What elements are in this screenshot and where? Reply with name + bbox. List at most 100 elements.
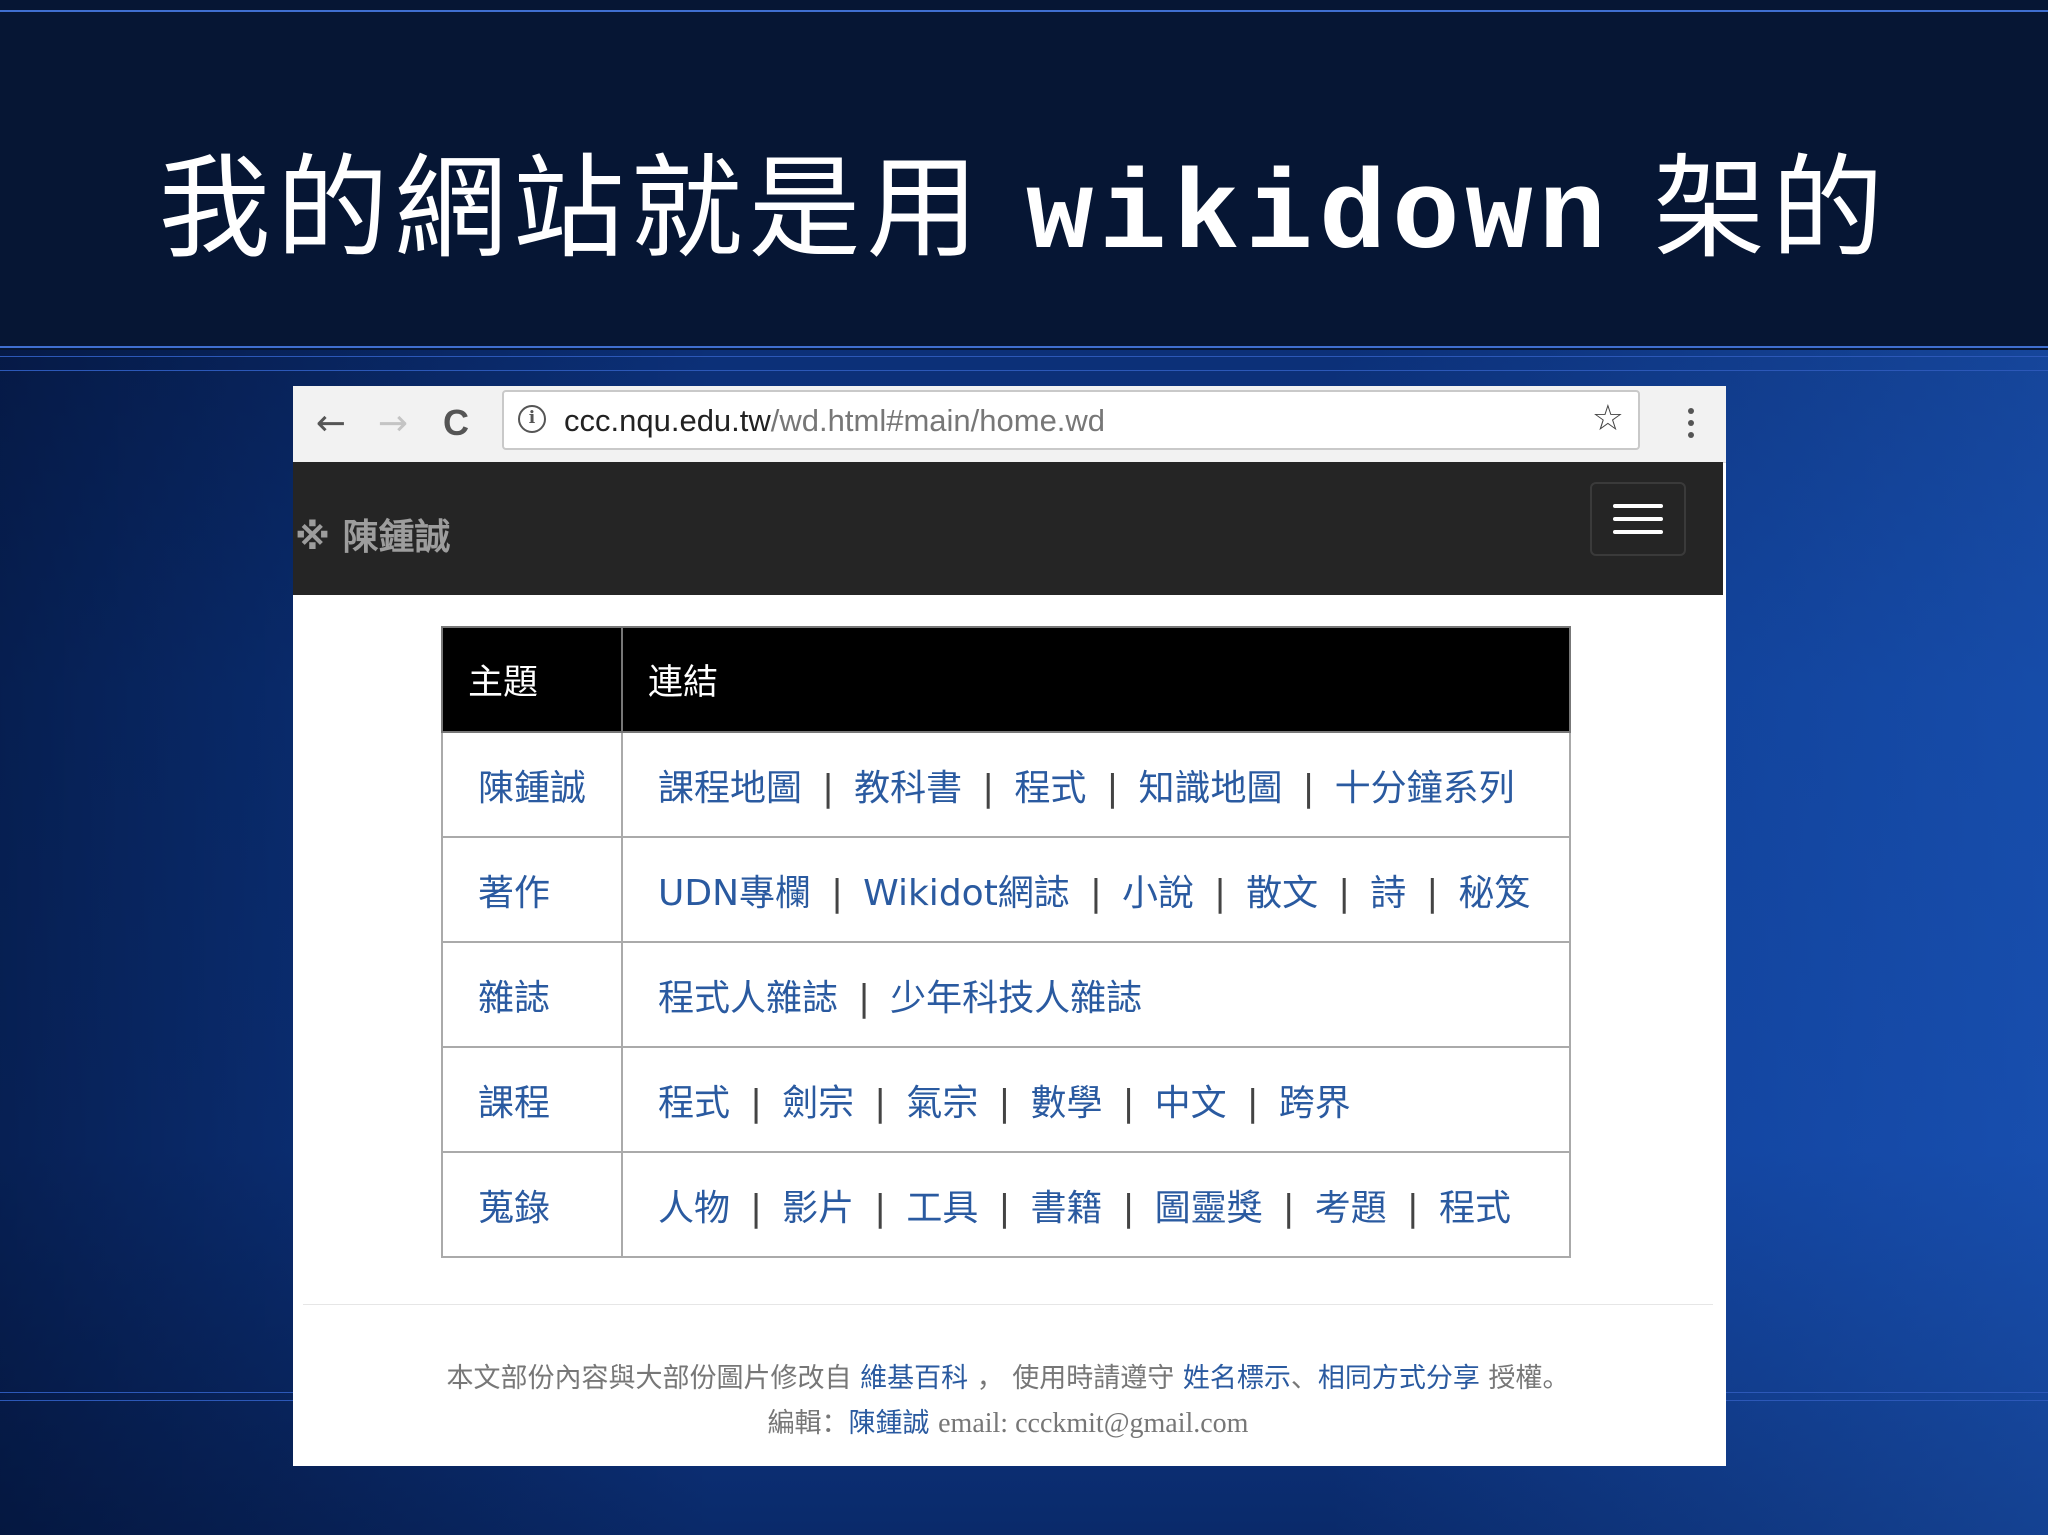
browser-toolbar: ← → C i ccc.nqu.edu.tw/wd.html#main/home…	[293, 386, 1726, 463]
table-link[interactable]: 數學	[1030, 1083, 1102, 1124]
link-separator: |	[1426, 872, 1439, 914]
table-link[interactable]: 小說	[1122, 873, 1194, 914]
table-link[interactable]: 中文	[1155, 1083, 1227, 1124]
table-link[interactable]: 跨界	[1279, 1083, 1351, 1124]
link-separator: |	[1089, 872, 1102, 914]
header-links: 連結	[621, 626, 1571, 733]
footer-text: 、	[1290, 1363, 1318, 1394]
table-link[interactable]: 詩	[1370, 873, 1406, 914]
url-path: /wd.html#main/home.wd	[770, 403, 1106, 438]
license-link-attribution[interactable]: 姓名標示	[1183, 1363, 1291, 1394]
link-separator: |	[1282, 1187, 1295, 1229]
table-link[interactable]: UDN專欄	[658, 873, 811, 914]
table-link[interactable]: 考題	[1315, 1188, 1387, 1229]
topic-link[interactable]: 著作	[441, 836, 623, 943]
link-table: 主題 連結 陳鍾誠 課程地圖 | 教科書 | 程式 | 知識地圖 | 十分鐘系列著作 UDN專欄 | W…	[441, 626, 1571, 1258]
link-separator: |	[874, 1187, 887, 1229]
table-link[interactable]: 少年科技人雜誌	[890, 978, 1142, 1019]
link-separator: |	[822, 767, 835, 809]
url-host: ccc.nqu.edu.tw	[564, 403, 771, 438]
topic-link[interactable]: 蒐錄	[441, 1151, 623, 1258]
link-separator: |	[1122, 1187, 1135, 1229]
link-separator: |	[1122, 1082, 1135, 1124]
link-separator: |	[998, 1082, 1011, 1124]
link-separator: |	[874, 1082, 887, 1124]
slide-title-cjk-2: 架的	[1653, 144, 1890, 274]
table-link[interactable]: 秘笈	[1458, 873, 1530, 914]
info-icon[interactable]: i	[518, 405, 546, 433]
table-link[interactable]: 十分鐘系列	[1335, 768, 1515, 809]
footer-text: 本文部份內容與大部份圖片修改自	[446, 1363, 852, 1394]
bookmark-star-icon[interactable]: ☆	[1592, 398, 1624, 439]
back-arrow-icon[interactable]: ←	[308, 400, 354, 446]
address-url[interactable]: ccc.nqu.edu.tw/wd.html#main/home.wd	[564, 403, 1105, 439]
table-link[interactable]: 劍宗	[782, 1083, 854, 1124]
links-cell: 人物 | 影片 | 工具 | 書籍 | 圖靈獎 | 考題 | 程式	[621, 1151, 1571, 1258]
table-link[interactable]: Wikidot網誌	[863, 873, 1070, 914]
link-separator: |	[750, 1187, 763, 1229]
table-link[interactable]: 課程地圖	[658, 768, 802, 809]
footer-text: 授權。	[1488, 1363, 1570, 1394]
table-link[interactable]: 書籍	[1030, 1188, 1102, 1229]
table-link[interactable]: 程式	[658, 1083, 730, 1124]
more-vertical-icon[interactable]	[1681, 400, 1701, 446]
table-link[interactable]: 氣宗	[906, 1083, 978, 1124]
table-link[interactable]: 人物	[658, 1188, 730, 1229]
footer-line-2: 編輯：陳鍾誠 email: ccckmit@gmail.com	[293, 1401, 1723, 1440]
link-separator: |	[750, 1082, 763, 1124]
links-cell: 程式 | 劍宗 | 氣宗 | 數學 | 中文 | 跨界	[621, 1046, 1571, 1153]
link-separator: |	[1106, 767, 1119, 809]
link-separator: |	[1338, 872, 1351, 914]
link-separator: |	[1406, 1187, 1419, 1229]
link-separator: |	[1213, 872, 1227, 914]
header-topic: 主題	[441, 626, 623, 733]
table-link[interactable]: 程式	[1014, 768, 1086, 809]
table-header-row: 主題 連結	[441, 626, 1571, 733]
title-bottom-rule-3	[0, 370, 2048, 371]
table-row: 課程 程式 | 劍宗 | 氣宗 | 數學 | 中文 | 跨界	[441, 1046, 1571, 1153]
link-separator: |	[1246, 1082, 1259, 1124]
link-separator: |	[982, 767, 995, 809]
table-link[interactable]: 圖靈獎	[1155, 1188, 1263, 1229]
table-row: 著作 UDN專欄 | Wikidot網誌 | 小說 | 散文 | 詩 | 秘笈	[441, 836, 1571, 943]
link-separator: |	[858, 977, 871, 1019]
title-bottom-rule	[0, 346, 2048, 348]
table-link[interactable]: 影片	[782, 1188, 854, 1229]
slide-title: 我的網站就是用 wikidown 架的	[0, 118, 2048, 281]
site-brand[interactable]: ※ 陳鍾誠	[295, 508, 451, 560]
topic-link[interactable]: 雜誌	[441, 941, 623, 1048]
table-link[interactable]: 程式人雜誌	[658, 978, 838, 1019]
site-navbar: ※ 陳鍾誠	[293, 462, 1723, 595]
link-separator: |	[831, 872, 844, 914]
editor-link[interactable]: 陳鍾誠	[849, 1408, 930, 1439]
footer-divider	[303, 1304, 1713, 1305]
title-top-rule	[0, 10, 2048, 12]
links-cell: 課程地圖 | 教科書 | 程式 | 知識地圖 | 十分鐘系列	[621, 731, 1571, 838]
forward-arrow-icon[interactable]: →	[370, 400, 416, 446]
reload-icon[interactable]: C	[433, 400, 479, 446]
topic-link[interactable]: 課程	[441, 1046, 623, 1153]
table-link[interactable]: 程式	[1439, 1188, 1511, 1229]
table-link[interactable]: 散文	[1246, 873, 1318, 914]
table-link[interactable]: 知識地圖	[1138, 768, 1282, 809]
editor-email: email: ccckmit@gmail.com	[938, 1408, 1249, 1439]
wikipedia-link[interactable]: 維基百科	[860, 1363, 968, 1394]
table-row: 蒐錄 人物 | 影片 | 工具 | 書籍 | 圖靈獎 | 考題 | 程式	[441, 1151, 1571, 1258]
table-row: 陳鍾誠 課程地圖 | 教科書 | 程式 | 知識地圖 | 十分鐘系列	[441, 731, 1571, 838]
browser-window: ← → C i ccc.nqu.edu.tw/wd.html#main/home…	[293, 386, 1726, 1466]
link-separator: |	[1302, 767, 1315, 809]
editor-label: 編輯：	[767, 1408, 849, 1439]
address-bar[interactable]: i ccc.nqu.edu.tw/wd.html#main/home.wd ☆	[502, 390, 1640, 450]
slide-title-latin: wikidown	[1026, 154, 1612, 281]
links-cell: 程式人雜誌 | 少年科技人雜誌	[621, 941, 1571, 1048]
footer-text: ， 使用時請遵守	[976, 1363, 1175, 1394]
footer-line-1: 本文部份內容與大部份圖片修改自 維基百科 ， 使用時請遵守 姓名標示、相同方式分…	[293, 1356, 1723, 1395]
topic-link[interactable]: 陳鍾誠	[441, 731, 623, 838]
hamburger-menu-icon[interactable]	[1590, 482, 1686, 556]
title-bottom-rule-2	[0, 356, 2048, 357]
slide-title-cjk-1: 我的網站就是用	[158, 144, 985, 274]
table-link[interactable]: 教科書	[854, 768, 962, 809]
link-separator: |	[998, 1187, 1011, 1229]
license-link-sharealike[interactable]: 相同方式分享	[1318, 1363, 1480, 1394]
table-link[interactable]: 工具	[906, 1188, 978, 1229]
